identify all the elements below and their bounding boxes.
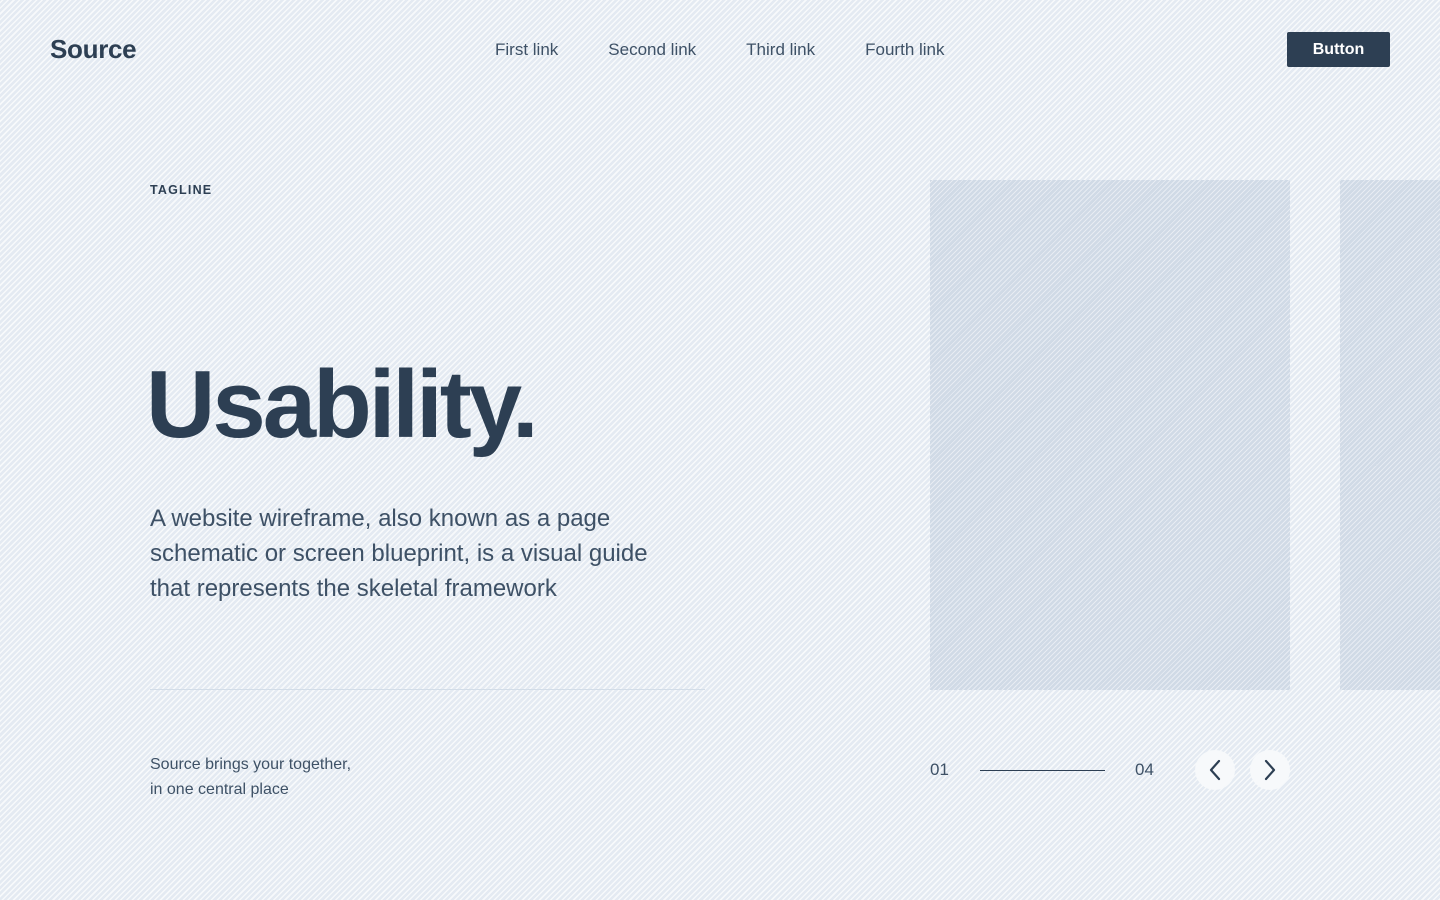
- divider: [150, 689, 705, 690]
- next-image-placeholder: [1340, 180, 1440, 690]
- footnote: Source brings your together, in one cent…: [150, 752, 410, 802]
- slide-progress-bar: [980, 770, 1105, 771]
- footnote-line-2: in one central place: [150, 781, 289, 798]
- slide-counter-total: 04: [1135, 760, 1154, 779]
- slider-next-button[interactable]: [1250, 750, 1290, 790]
- hero-description: A website wireframe, also known as a pag…: [150, 505, 648, 602]
- footnote-line-1: Source brings your together,: [150, 756, 352, 773]
- nav-link-second[interactable]: Second link: [608, 40, 696, 60]
- header-cta-button[interactable]: Button: [1287, 32, 1390, 67]
- logo[interactable]: Source: [50, 34, 137, 65]
- chevron-right-icon: [1263, 759, 1277, 781]
- slide-progress-fill: [980, 770, 1105, 771]
- nav-link-fourth[interactable]: Fourth link: [865, 40, 944, 60]
- tagline: TAGLINE: [150, 183, 213, 197]
- slider-prev-button[interactable]: [1195, 750, 1235, 790]
- nav-link-first[interactable]: First link: [495, 40, 558, 60]
- hero-title: Usability.: [146, 351, 539, 458]
- nav-link-third[interactable]: Third link: [746, 40, 815, 60]
- chevron-left-icon: [1208, 759, 1222, 781]
- main-nav: First link Second link Third link Fourth…: [495, 40, 945, 60]
- slide-counter-current: 01: [930, 760, 949, 779]
- hero-image-placeholder: [930, 180, 1290, 690]
